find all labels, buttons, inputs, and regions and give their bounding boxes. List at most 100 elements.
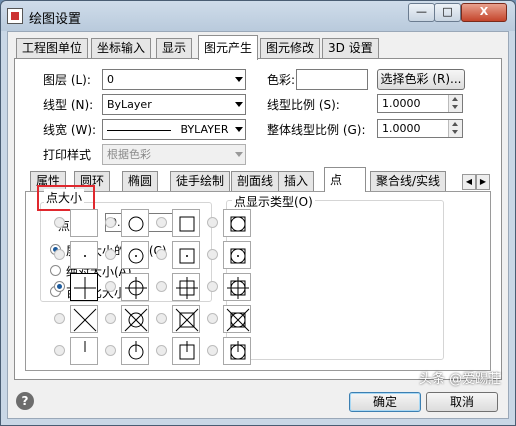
point-type-radio-circle-tick[interactable] (105, 345, 116, 356)
point-type-radio-square-x[interactable] (156, 313, 167, 324)
linetype-select[interactable]: ByLayer (102, 94, 246, 115)
title-bar[interactable]: 绘图设置 — □ X (1, 1, 515, 31)
chevron-down-icon (235, 152, 243, 157)
point-type-radio-x[interactable] (54, 313, 65, 324)
point-type-radio-square-dot[interactable] (156, 249, 167, 260)
point-symbol-x-icon (73, 308, 97, 332)
point-type-radio-circle-plus[interactable] (105, 281, 116, 292)
tab-3d-settings[interactable]: 3D 设置 (322, 38, 379, 59)
point-symbol-square-x[interactable] (172, 305, 200, 333)
help-icon[interactable]: ? (16, 392, 34, 410)
point-symbol-circle-square-icon (230, 216, 246, 232)
point-type-radio-dot[interactable] (54, 249, 65, 260)
linetype-scale-input[interactable]: 1.0000 (377, 94, 463, 113)
cancel-button[interactable]: 取消 (426, 392, 498, 412)
point-symbol-circle-x-icon (124, 308, 148, 332)
point-symbol-circle-tick[interactable] (121, 337, 149, 365)
point-type-radio-circle-x[interactable] (105, 313, 116, 324)
tab-insert[interactable]: 插入 (278, 171, 315, 192)
tab-display[interactable]: 显示 (156, 38, 193, 59)
point-symbol-circle-square-x[interactable] (223, 305, 251, 333)
point-type-radio-circle-square-plus[interactable] (207, 281, 218, 292)
point-type-radio-circle-dot[interactable] (105, 249, 116, 260)
point-display-group-title: 点显示类型(O) (232, 193, 315, 210)
point-symbol-circle-square[interactable] (223, 209, 251, 237)
tab-coordinate-input[interactable]: 坐标输入 (91, 38, 152, 59)
point-symbol-square-plus-icon (176, 277, 198, 299)
point-symbol-circle-dot[interactable] (121, 241, 149, 269)
ok-button[interactable]: 确定 (349, 392, 421, 412)
point-symbol-blank[interactable] (70, 209, 98, 237)
point-symbol-tick[interactable] (70, 337, 98, 365)
point-type-radio-plus[interactable] (54, 281, 65, 292)
radio-absolute-size[interactable] (50, 265, 61, 276)
chevron-down-icon (235, 102, 243, 107)
point-symbol-circle-tick-icon (128, 341, 144, 360)
point-symbol-dot[interactable] (70, 241, 98, 269)
point-symbol-circle-square-tick[interactable] (223, 337, 251, 365)
point-symbol-circle-x[interactable] (121, 305, 149, 333)
point-symbol-square-tick-icon (179, 341, 195, 360)
entity-creation-panel: 图层 (L): 0 线型 (N): ByLayer 线宽 (W): BYLAYE… (14, 58, 502, 380)
point-symbol-x[interactable] (70, 305, 98, 333)
point-type-radio-circle-square-tick[interactable] (207, 345, 218, 356)
tab-ellipse[interactable]: 椭圆 (122, 171, 159, 192)
point-symbol-circle-square-plus[interactable] (223, 273, 251, 301)
tab-polyline-solid[interactable]: 聚合线/实线 (370, 171, 447, 192)
point-symbol-square-dot[interactable] (172, 241, 200, 269)
tab-units[interactable]: 工程图单位 (16, 38, 89, 59)
linetype-scale-label: 线型比例 (S): (267, 98, 340, 112)
point-type-radio-circle[interactable] (105, 217, 116, 228)
point-type-radio-tick[interactable] (54, 345, 65, 356)
tab-point[interactable]: 点 (324, 167, 366, 192)
global-linetype-scale-input[interactable]: 1.0000 (377, 119, 463, 138)
point-type-radio-circle-square[interactable] (207, 217, 218, 228)
point-symbol-circle-plus[interactable] (121, 273, 149, 301)
point-symbol-circle-square-tick-icon (230, 341, 246, 360)
point-settings-panel: 点大小 点大小 0.0000 屏幕大小的 5%(C) 绝对大小(A) 百分比大小… (25, 185, 491, 371)
point-symbol-circle-square-plus-icon (227, 277, 249, 299)
global-linetype-scale-value: 1.0000 (382, 122, 421, 135)
close-button[interactable]: X (461, 3, 507, 22)
spinner-arrows-icon[interactable] (448, 95, 462, 112)
point-type-radio-circle-square-x[interactable] (207, 313, 218, 324)
color-label: 色彩: (267, 73, 296, 87)
tab-entity-modification[interactable]: 图元修改 (260, 38, 321, 59)
point-symbol-square-tick[interactable] (172, 337, 200, 365)
point-symbol-circle-icon (128, 216, 144, 232)
point-symbol-square-plus[interactable] (172, 273, 200, 301)
point-symbol-plus[interactable] (70, 273, 98, 301)
tab-entity-creation[interactable]: 图元产生 (198, 35, 259, 60)
chevron-down-icon (235, 127, 243, 132)
spinner-arrows-icon[interactable] (448, 120, 462, 137)
global-linetype-scale-label: 整体线型比例 (G): (267, 123, 366, 137)
point-symbol-circle-square-dot-icon (230, 248, 246, 264)
layer-select[interactable]: 0 (102, 69, 246, 90)
point-type-radio-square[interactable] (156, 217, 167, 228)
tab-hatch[interactable]: 剖面线 (231, 171, 280, 192)
point-type-radio-square-tick[interactable] (156, 345, 167, 356)
point-symbol-blank-icon (71, 210, 99, 238)
point-symbol-circle[interactable] (121, 209, 149, 237)
window-title: 绘图设置 (29, 12, 82, 27)
tab-freehand[interactable]: 徒手绘制 (170, 171, 231, 192)
point-symbol-square[interactable] (172, 209, 200, 237)
lineweight-select[interactable]: BYLAYER (102, 119, 246, 140)
minimize-button[interactable]: — (408, 3, 435, 22)
point-symbol-circle-square-dot[interactable] (223, 241, 251, 269)
point-type-radio-square-plus[interactable] (156, 281, 167, 292)
point-type-radio-blank[interactable] (54, 217, 65, 228)
tab-scroll-left-icon[interactable]: ◀ (462, 174, 476, 190)
tab-scroll-right-icon[interactable]: ▶ (476, 174, 490, 190)
color-swatch[interactable] (296, 69, 368, 90)
point-size-group-title: 点大小 (44, 189, 85, 206)
plotstyle-label: 打印样式 (43, 148, 92, 162)
choose-color-button[interactable]: 选择色彩 (R)... (377, 69, 465, 90)
point-symbol-square-x-icon (175, 308, 199, 332)
tab-scroll-arrows[interactable]: ◀ ▶ (462, 173, 492, 191)
maximize-button[interactable]: □ (434, 3, 461, 22)
point-symbol-plus-icon (74, 277, 96, 299)
plotstyle-select: 根据色彩 (102, 144, 246, 165)
point-type-radio-circle-square-dot[interactable] (207, 249, 218, 260)
line-sample-icon (107, 129, 171, 131)
